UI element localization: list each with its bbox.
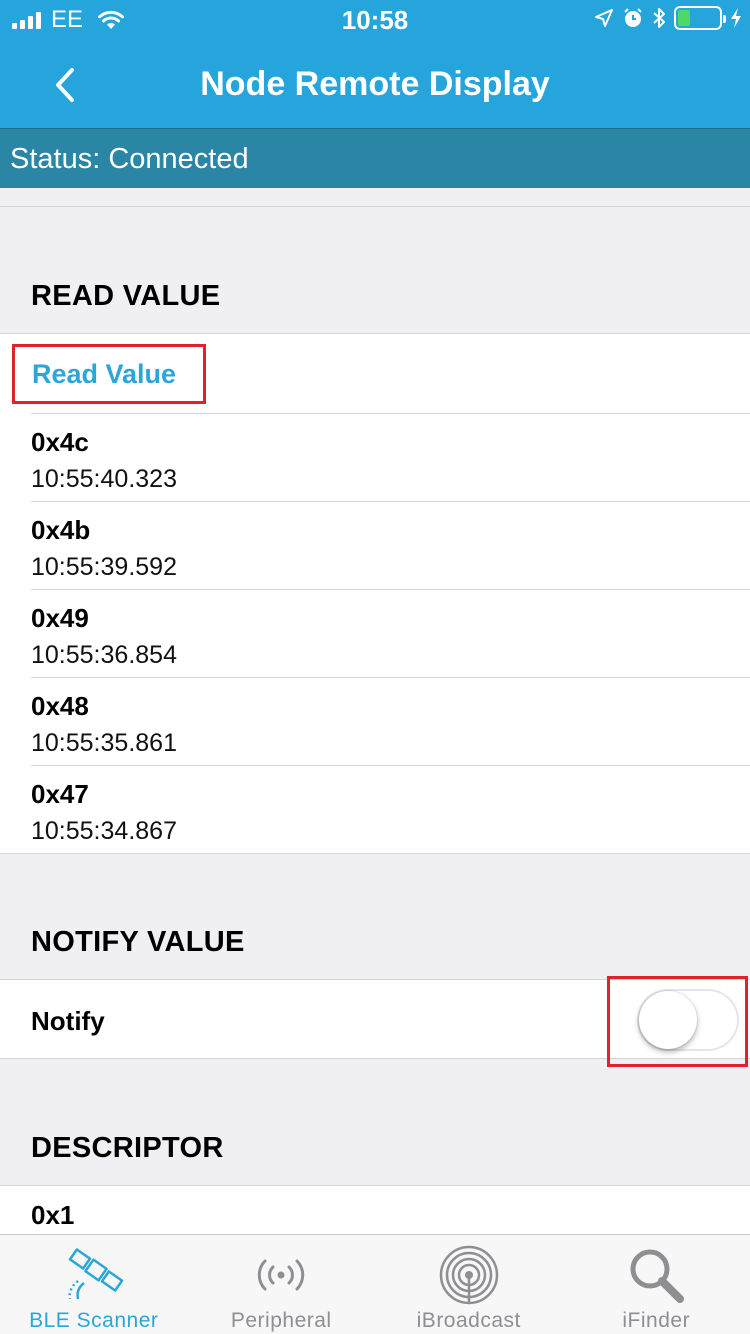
- read-value-button[interactable]: Read Value: [12, 344, 206, 404]
- descriptor-row: 0x1: [0, 1186, 750, 1234]
- read-value-row: 0x48 10:55:35.861: [0, 677, 750, 765]
- read-value-row: 0x4c 10:55:40.323: [0, 413, 750, 501]
- descriptor-section-header: DESCRIPTOR: [31, 1132, 224, 1164]
- tab-peripheral[interactable]: Peripheral: [188, 1235, 376, 1334]
- read-value-timestamp: 10:55:40.323: [31, 465, 177, 493]
- divider: [0, 206, 750, 207]
- read-value-row: 0x47 10:55:34.867: [0, 765, 750, 853]
- tab-ifinder[interactable]: iFinder: [563, 1235, 750, 1334]
- read-value-group: Read Value 0x4c 10:55:40.323 0x4b 10:55:…: [0, 333, 750, 854]
- read-value-timestamp: 10:55:35.861: [31, 729, 177, 757]
- read-value-button-label: Read Value: [32, 358, 177, 389]
- ibeacon-icon: [437, 1245, 501, 1305]
- descriptor-group: 0x1: [0, 1185, 750, 1234]
- tab-bar: BLE Scanner Peripheral iBroadcast iFinde…: [0, 1234, 750, 1334]
- battery-icon: [674, 6, 726, 30]
- tab-ble-scanner[interactable]: BLE Scanner: [0, 1235, 188, 1334]
- page-title: Node Remote Display: [200, 65, 550, 103]
- read-value-hex: 0x4c: [31, 427, 89, 457]
- tab-label: iFinder: [622, 1309, 691, 1332]
- magnifier-icon: [624, 1245, 688, 1305]
- read-value-timestamp: 10:55:36.854: [31, 641, 177, 669]
- app-header: EE 10:58 Node Remote Display: [0, 0, 750, 128]
- broadcast-icon: [249, 1245, 313, 1305]
- read-value-hex: 0x47: [31, 779, 89, 809]
- bluetooth-icon: [653, 8, 665, 28]
- descriptor-hex: 0x1: [31, 1200, 75, 1230]
- tab-label: BLE Scanner: [29, 1309, 159, 1332]
- characteristic-content[interactable]: READ VALUE Read Value 0x4c 10:55:40.323 …: [0, 188, 750, 1234]
- read-value-hex: 0x48: [31, 691, 89, 721]
- satellite-icon: [62, 1245, 126, 1305]
- read-value-timestamp: 10:55:34.867: [31, 817, 177, 845]
- read-value-timestamp: 10:55:39.592: [31, 553, 177, 581]
- read-value-action-row: Read Value: [0, 334, 750, 413]
- alarm-icon: [624, 8, 642, 27]
- status-bar: EE 10:58: [0, 0, 750, 40]
- tab-ibroadcast[interactable]: iBroadcast: [375, 1235, 563, 1334]
- read-value-row: 0x4b 10:55:39.592: [0, 501, 750, 589]
- read-value-row: 0x49 10:55:36.854: [0, 589, 750, 677]
- toggle-knob: [639, 991, 697, 1049]
- read-value-hex: 0x4b: [31, 515, 91, 545]
- notify-toggle[interactable]: [637, 989, 739, 1051]
- status-bar-right: [594, 6, 742, 30]
- notify-toggle-highlight: [607, 976, 748, 1067]
- read-value-section-header: READ VALUE: [31, 280, 221, 312]
- notify-value-group: Notify: [0, 976, 750, 1067]
- tab-label: Peripheral: [230, 1309, 332, 1332]
- connection-status: Status: Connected: [0, 128, 750, 188]
- charging-bolt-icon: [731, 8, 741, 28]
- read-value-hex: 0x49: [31, 603, 89, 633]
- nav-bar: Node Remote Display: [0, 40, 750, 128]
- location-arrow-icon: [595, 9, 613, 27]
- notify-value-section-header: NOTIFY VALUE: [31, 926, 245, 958]
- tab-label: iBroadcast: [416, 1309, 521, 1332]
- notify-label: Notify: [31, 1006, 105, 1036]
